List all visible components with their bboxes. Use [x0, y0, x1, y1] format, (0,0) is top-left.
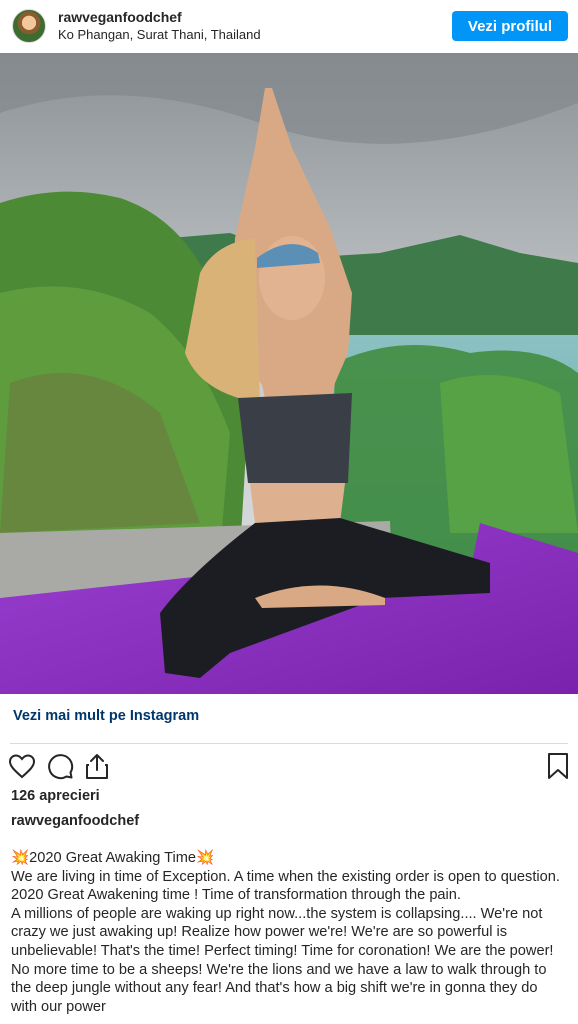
post-header: rawveganfoodchef Ko Phangan, Surat Thani… — [0, 0, 578, 52]
collision-emoji-icon: 💥 — [196, 850, 215, 866]
yoga-photo — [0, 53, 578, 694]
caption-text: 💥2020 Great Awaking Time💥 We are living … — [11, 849, 567, 1016]
divider — [10, 743, 568, 744]
heart-icon[interactable] — [8, 750, 42, 782]
view-profile-button[interactable]: Vezi profilul — [452, 11, 568, 41]
username[interactable]: rawveganfoodchef — [58, 9, 452, 27]
bookmark-icon[interactable] — [536, 750, 570, 782]
caption-username[interactable]: rawveganfoodchef — [11, 813, 139, 829]
view-more-on-instagram-link[interactable]: Vezi mai mult pe Instagram — [13, 708, 199, 724]
caption-title-text: 2020 Great Awaking Time — [29, 850, 197, 866]
action-bar — [8, 750, 570, 782]
collision-emoji-icon: 💥 — [11, 850, 30, 866]
share-icon[interactable] — [84, 750, 118, 782]
user-block: rawveganfoodchef Ko Phangan, Surat Thani… — [58, 9, 452, 43]
caption-line: A millions of people are waking up right… — [11, 905, 554, 1015]
comment-icon[interactable] — [46, 750, 80, 782]
caption-title: 💥2020 Great Awaking Time💥 — [11, 849, 567, 868]
location[interactable]: Ko Phangan, Surat Thani, Thailand — [58, 27, 452, 43]
like-count[interactable]: 126 aprecieri — [11, 788, 100, 804]
post-photo[interactable] — [0, 53, 578, 694]
avatar[interactable] — [12, 9, 46, 43]
caption-line: We are living in time of Exception. A ti… — [11, 868, 560, 904]
